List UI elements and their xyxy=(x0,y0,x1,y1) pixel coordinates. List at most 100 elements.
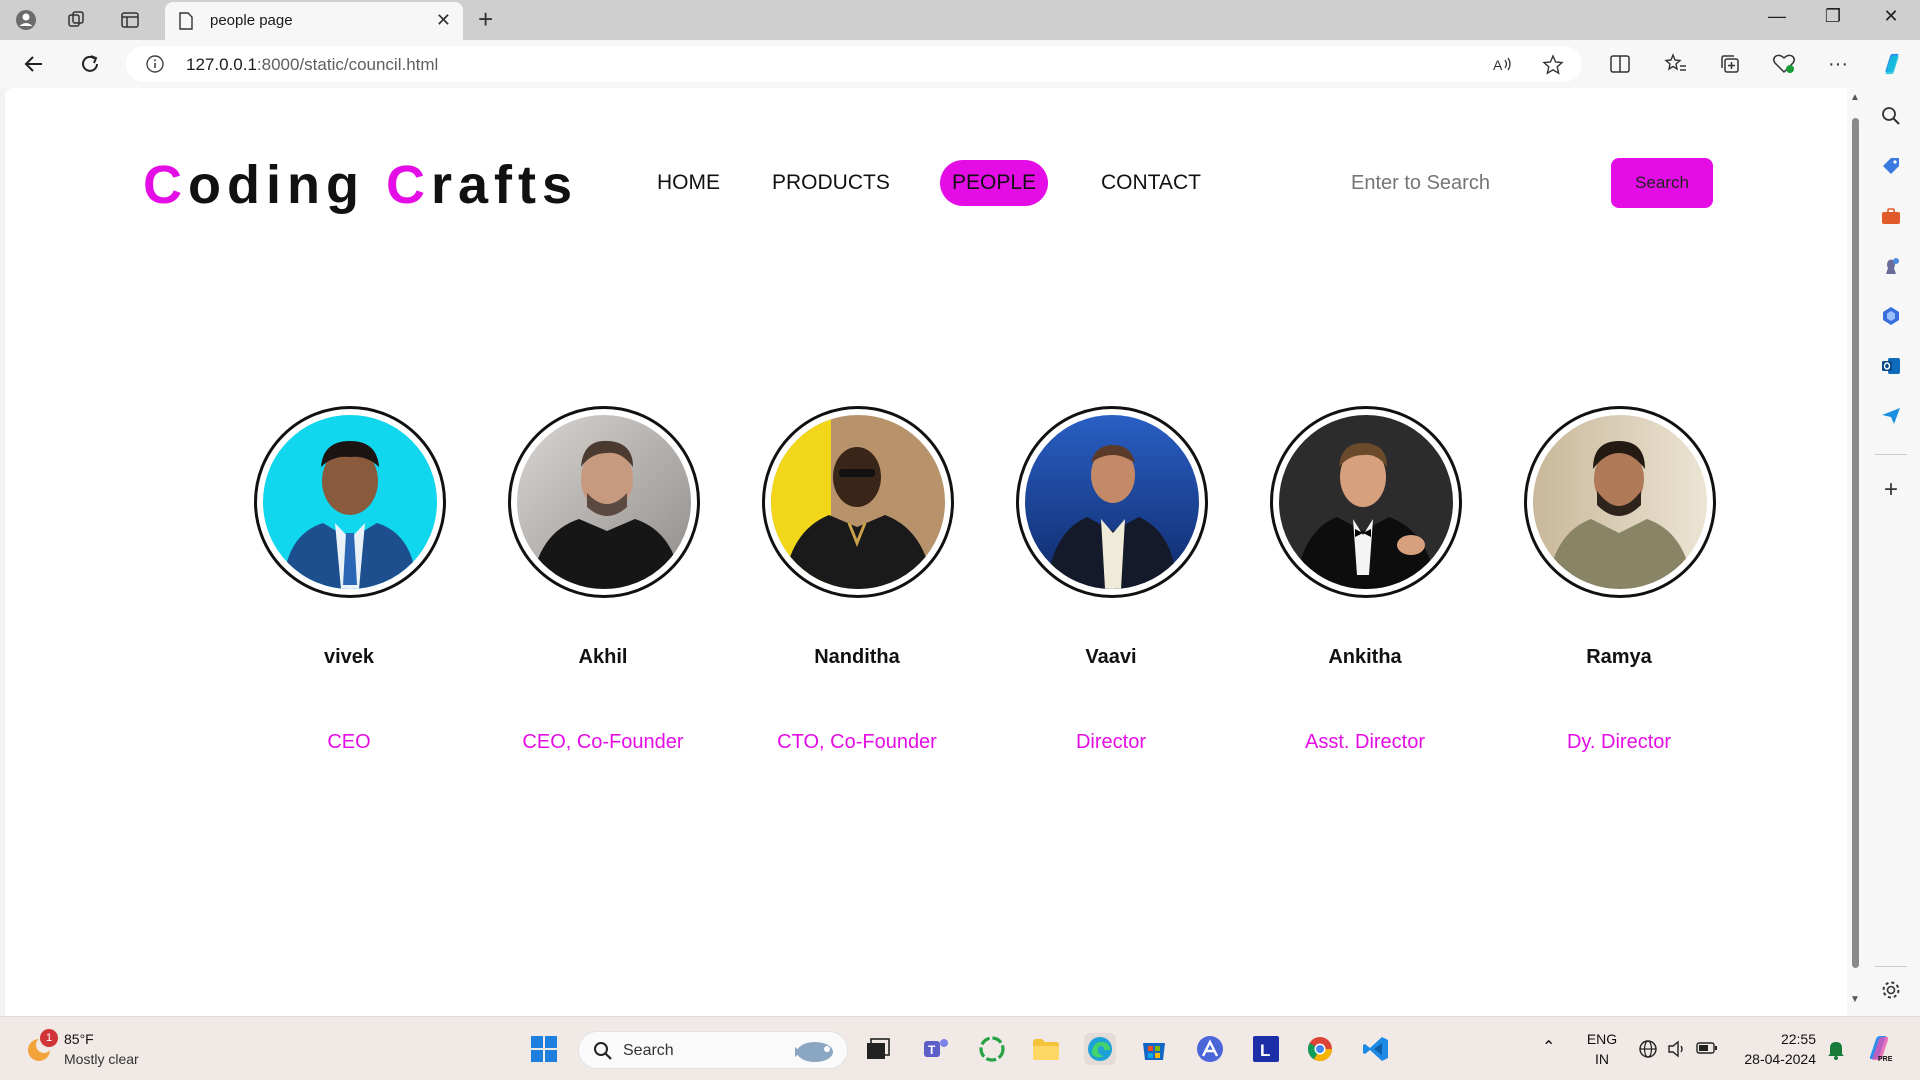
address-bar[interactable]: 127.0.0.1:8000/static/council.html A xyxy=(126,46,1582,82)
search-highlight-icon xyxy=(795,1042,833,1062)
person-role: CEO xyxy=(327,731,371,753)
search-icon xyxy=(594,1042,612,1060)
battery-icon[interactable] xyxy=(1696,1041,1718,1055)
taskbar-search[interactable]: Search xyxy=(578,1031,848,1069)
browser-toolbar: 127.0.0.1:8000/static/council.html A ··· xyxy=(0,40,1920,88)
back-icon[interactable] xyxy=(20,50,48,78)
avatar xyxy=(1533,415,1707,589)
scroll-up-icon[interactable]: ▲ xyxy=(1850,92,1860,103)
search-icon[interactable] xyxy=(1879,104,1903,128)
person-name: Vaavi xyxy=(1085,646,1137,668)
clock-time[interactable]: 22:55 xyxy=(1726,1031,1816,1047)
vscode-icon[interactable] xyxy=(1360,1033,1392,1065)
search-input[interactable] xyxy=(1351,160,1591,206)
avatar xyxy=(1025,415,1199,589)
tab-actions-icon[interactable] xyxy=(118,8,142,32)
scroll-down-icon[interactable]: ▼ xyxy=(1850,994,1860,1005)
person-name: Akhil xyxy=(578,646,628,668)
language-top[interactable]: ENG xyxy=(1582,1031,1622,1047)
person-role: Asst. Director xyxy=(1304,731,1426,753)
avatar-frame xyxy=(762,406,954,598)
outlook-icon[interactable] xyxy=(1879,354,1903,378)
send-icon[interactable] xyxy=(1879,404,1903,428)
close-tab-icon[interactable]: ✕ xyxy=(436,10,451,31)
svg-text:T: T xyxy=(928,1043,936,1057)
language-bottom[interactable]: IN xyxy=(1582,1051,1622,1067)
favorites-icon[interactable] xyxy=(1664,52,1688,76)
task-view-icon[interactable] xyxy=(862,1033,894,1065)
avatar xyxy=(263,415,437,589)
person-role: CTO, Co-Founder xyxy=(777,731,937,753)
copilot-preview-icon[interactable]: PRE xyxy=(1864,1033,1894,1063)
file-explorer-icon[interactable] xyxy=(1030,1033,1062,1065)
logo-letter-c1: C xyxy=(143,155,188,215)
microsoft-365-icon[interactable] xyxy=(1879,304,1903,328)
minimize-icon[interactable]: — xyxy=(1762,6,1792,27)
split-screen-icon[interactable] xyxy=(1608,52,1632,76)
teams-icon[interactable]: T xyxy=(920,1033,952,1065)
site-info-icon[interactable] xyxy=(146,55,164,78)
site-logo[interactable]: Coding Crafts xyxy=(143,154,578,216)
nav-contact[interactable]: CONTACT xyxy=(1101,160,1201,206)
page-scrollbar[interactable]: ▲ ▼ xyxy=(1847,88,1863,1016)
logo-letter-c2: C xyxy=(385,155,431,215)
tools-icon[interactable] xyxy=(1879,204,1903,228)
more-options-icon[interactable]: ··· xyxy=(1826,52,1850,76)
settings-gear-icon[interactable] xyxy=(1879,978,1903,1002)
person-name: Ramya xyxy=(1586,646,1652,668)
avatar xyxy=(1279,415,1453,589)
windows-taskbar: 1 85°F Mostly clear Search T L ⌃ ENG IN xyxy=(0,1016,1920,1080)
avatar xyxy=(771,415,945,589)
edge-browser-icon[interactable] xyxy=(1084,1033,1116,1065)
search-button[interactable]: Search xyxy=(1611,158,1713,208)
nav-people[interactable]: PEOPLE xyxy=(940,160,1049,206)
avatar xyxy=(517,415,691,589)
favorite-star-icon[interactable] xyxy=(1542,54,1564,76)
app-a-icon[interactable] xyxy=(1194,1033,1226,1065)
tray-chevron-up-icon[interactable]: ⌃ xyxy=(1542,1037,1555,1057)
app-l-icon[interactable]: L xyxy=(1250,1033,1282,1065)
person-name: Nanditha xyxy=(814,646,900,668)
notification-bell-icon[interactable] xyxy=(1826,1039,1846,1061)
browser-titlebar: people page ✕ + — ❐ ✕ xyxy=(0,0,1920,40)
reload-icon[interactable] xyxy=(76,50,104,78)
collections-icon[interactable] xyxy=(1718,52,1742,76)
nav-products[interactable]: PRODUCTS xyxy=(772,160,890,206)
avatar-frame xyxy=(1524,406,1716,598)
windows-start-icon[interactable] xyxy=(528,1033,560,1065)
weather-badge: 1 xyxy=(40,1029,58,1047)
svg-text:L: L xyxy=(1260,1041,1270,1060)
workspaces-icon[interactable] xyxy=(64,8,88,32)
profile-icon[interactable] xyxy=(14,8,38,32)
avatar-frame xyxy=(1016,406,1208,598)
close-window-icon[interactable]: ✕ xyxy=(1876,6,1906,27)
person-role: Dy. Director xyxy=(1566,731,1672,753)
shopping-tag-icon[interactable] xyxy=(1879,154,1903,178)
restore-icon[interactable]: ❐ xyxy=(1818,6,1848,27)
microsoft-store-icon[interactable] xyxy=(1138,1033,1170,1065)
games-icon[interactable] xyxy=(1879,254,1903,278)
copilot-icon[interactable] xyxy=(1880,52,1904,76)
svg-text:A: A xyxy=(1493,57,1503,73)
copilot-app-icon[interactable] xyxy=(976,1033,1008,1065)
tab-title: people page xyxy=(210,12,293,29)
scroll-thumb[interactable] xyxy=(1852,118,1859,968)
chrome-icon[interactable] xyxy=(1304,1033,1336,1065)
avatar-frame xyxy=(508,406,700,598)
add-icon[interactable]: + xyxy=(1879,476,1903,503)
browser-essentials-icon[interactable] xyxy=(1772,52,1796,76)
volume-icon[interactable] xyxy=(1666,1039,1686,1059)
url-host: 127.0.0.1 xyxy=(186,55,257,74)
svg-text:PRE: PRE xyxy=(1878,1056,1893,1063)
sidebar-divider xyxy=(1875,966,1907,967)
nav-home[interactable]: HOME xyxy=(657,160,720,206)
person-role: Director xyxy=(1075,731,1146,753)
clock-date[interactable]: 28-04-2024 xyxy=(1726,1051,1816,1067)
network-globe-icon[interactable] xyxy=(1638,1039,1658,1059)
page-viewport: Coding Crafts HOME PRODUCTS PEOPLE CONTA… xyxy=(5,88,1847,1016)
url-text: 127.0.0.1:8000/static/council.html xyxy=(186,55,438,75)
new-tab-icon[interactable]: + xyxy=(478,4,493,35)
browser-tab[interactable]: people page ✕ xyxy=(165,2,463,40)
person-role: CEO, Co-Founder xyxy=(522,731,684,753)
read-aloud-icon[interactable]: A xyxy=(1492,54,1514,76)
